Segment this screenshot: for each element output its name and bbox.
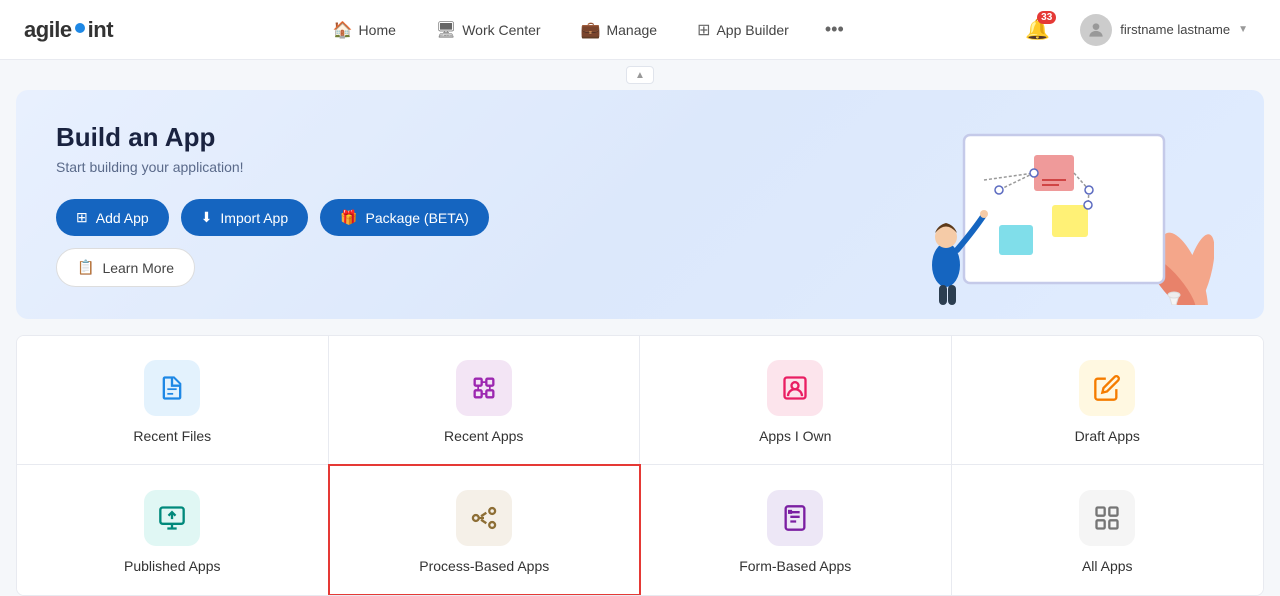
grid-icon: ⊞ — [697, 20, 710, 40]
learn-more-icon: 📋 — [77, 259, 94, 276]
chevron-up-icon: ▲ — [635, 70, 645, 81]
briefcase-icon: 💼 — [581, 20, 601, 40]
nav-label-app-builder: App Builder — [716, 22, 788, 38]
main-header: agile int 🏠 Home 🖥 Work Center 💼 Manage ⊞… — [0, 0, 1280, 60]
avatar — [1080, 14, 1112, 46]
add-app-button[interactable]: ⊞ Add App — [56, 199, 169, 236]
published-apps-icon-wrap — [144, 490, 200, 546]
logo-text-after: int — [88, 17, 113, 43]
published-apps-label: Published Apps — [124, 558, 221, 574]
nav-label-work-center: Work Center — [462, 22, 540, 38]
notification-badge: 33 — [1037, 11, 1056, 24]
form-based-apps-label: Form-Based Apps — [739, 558, 851, 574]
learn-more-button[interactable]: 📋 Learn More — [56, 248, 195, 287]
recent-apps-icon-wrap — [456, 360, 512, 416]
apps-i-own-icon-wrap — [767, 360, 823, 416]
nav-item-manage[interactable]: 💼 Manage — [565, 12, 674, 48]
hero-content: Build an App Start building your applica… — [56, 122, 556, 287]
app-card-apps-i-own[interactable]: Apps I Own — [640, 336, 952, 465]
package-icon: 🎁 — [340, 209, 357, 226]
package-beta-button[interactable]: 🎁 Package (BETA) — [320, 199, 489, 236]
import-icon: ⬇ — [201, 209, 213, 226]
form-based-apps-icon-wrap — [767, 490, 823, 546]
nav-item-home[interactable]: 🏠 Home — [317, 12, 412, 48]
add-app-label: Add App — [96, 210, 149, 226]
recent-files-label: Recent Files — [133, 428, 211, 444]
process-based-apps-label: Process-Based Apps — [419, 558, 549, 574]
process-based-apps-icon-wrap — [456, 490, 512, 546]
nav-label-home: Home — [359, 22, 396, 38]
draft-apps-label: Draft Apps — [1075, 428, 1140, 444]
app-card-form-based-apps[interactable]: Form-Based Apps — [640, 465, 952, 595]
notification-button[interactable]: 🔔 33 — [1019, 11, 1056, 48]
app-card-process-based-apps[interactable]: Process-Based Apps — [328, 464, 642, 596]
recent-apps-label: Recent Apps — [444, 428, 523, 444]
hero-subtitle: Start building your application! — [56, 159, 556, 175]
apps-i-own-label: Apps I Own — [759, 428, 831, 444]
import-app-button[interactable]: ⬇ Import App — [181, 199, 308, 236]
package-beta-label: Package (BETA) — [366, 210, 469, 226]
all-apps-label: All Apps — [1082, 558, 1133, 574]
app-card-all-apps[interactable]: All Apps — [952, 465, 1264, 595]
logo-dot — [75, 23, 85, 33]
app-card-recent-apps[interactable]: Recent Apps — [329, 336, 641, 465]
all-apps-icon-wrap — [1079, 490, 1135, 546]
illustration-svg — [904, 125, 1214, 305]
hero-banner: Build an App Start building your applica… — [16, 90, 1264, 319]
app-card-recent-files[interactable]: Recent Files — [17, 336, 329, 465]
main-nav: 🏠 Home 🖥 Work Center 💼 Manage ⊞ App Buil… — [153, 11, 1019, 48]
header-right: 🔔 33 firstname lastname ▼ — [1019, 10, 1256, 50]
logo-text-before: agile — [24, 17, 72, 43]
chevron-down-icon: ▼ — [1238, 24, 1248, 35]
app-grid: Recent Files Recent Apps Apps I Own Draf… — [16, 335, 1264, 596]
collapse-bar: ▲ — [0, 60, 1280, 90]
nav-item-app-builder[interactable]: ⊞ App Builder — [681, 12, 805, 48]
nav-label-manage: Manage — [606, 22, 657, 38]
draft-apps-icon-wrap — [1079, 360, 1135, 416]
nav-item-work-center[interactable]: 🖥 Work Center — [420, 12, 557, 48]
add-app-icon: ⊞ — [76, 209, 88, 226]
monitor-icon: 🖥 — [436, 20, 456, 40]
home-icon: 🏠 — [333, 20, 353, 40]
learn-more-label: Learn More — [102, 260, 174, 276]
collapse-button[interactable]: ▲ — [626, 66, 654, 84]
logo[interactable]: agile int — [24, 17, 113, 43]
hero-buttons: ⊞ Add App ⬇ Import App 🎁 Package (BETA) … — [56, 199, 556, 287]
app-card-draft-apps[interactable]: Draft Apps — [952, 336, 1264, 465]
hero-title: Build an App — [56, 122, 556, 153]
user-name: firstname lastname — [1120, 22, 1230, 37]
hero-illustration — [904, 125, 1224, 285]
import-app-label: Import App — [220, 210, 288, 226]
user-menu-button[interactable]: firstname lastname ▼ — [1072, 10, 1256, 50]
nav-more-button[interactable]: ••• — [813, 11, 856, 48]
app-card-published-apps[interactable]: Published Apps — [17, 465, 329, 595]
recent-files-icon-wrap — [144, 360, 200, 416]
